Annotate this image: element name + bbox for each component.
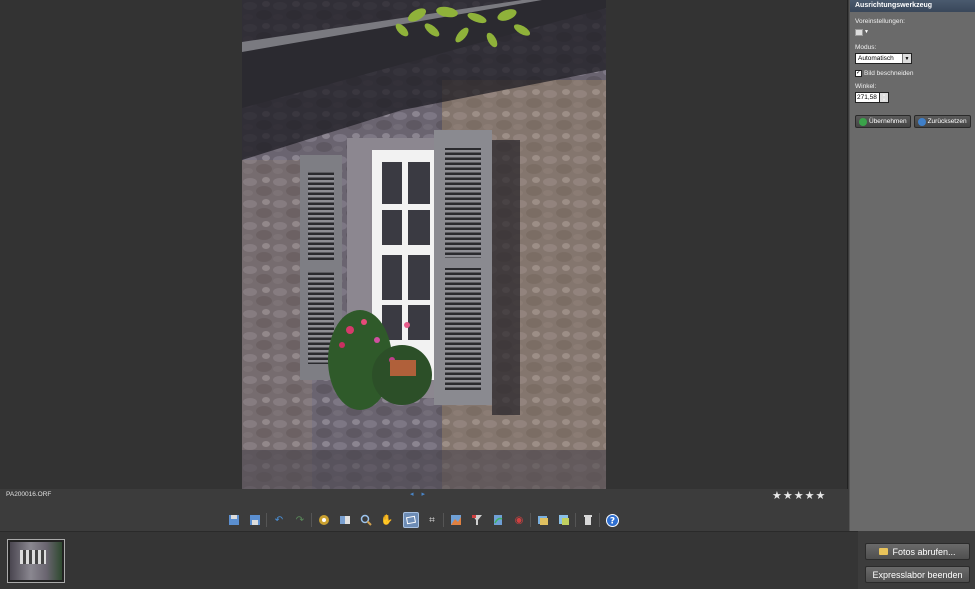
decrement-icon[interactable]: ▼: [880, 97, 888, 102]
zoom-icon[interactable]: [358, 512, 374, 528]
thumbnail-selected[interactable]: [7, 539, 65, 583]
angle-stepper-arrows[interactable]: ▲ ▼: [880, 92, 889, 103]
folder-icon: [879, 548, 889, 555]
compare-icon[interactable]: [337, 512, 353, 528]
save-icon[interactable]: [226, 512, 242, 528]
share-icon[interactable]: [556, 512, 572, 528]
crop-label: Bild beschneiden: [864, 70, 914, 77]
help-icon[interactable]: ?: [604, 512, 620, 528]
trash-icon[interactable]: [580, 512, 596, 528]
angle-input[interactable]: 271,58: [855, 92, 880, 103]
hand-icon[interactable]: ✋: [379, 512, 395, 528]
auto-fix-icon[interactable]: [316, 512, 332, 528]
levels-icon[interactable]: [448, 512, 464, 528]
chevron-down-icon: ▼: [864, 29, 869, 35]
straighten-icon[interactable]: [403, 512, 419, 528]
preset-icon: [855, 28, 863, 36]
svg-text:?: ?: [609, 516, 614, 526]
reset-icon: [917, 117, 926, 126]
undo-icon[interactable]: ↶: [271, 512, 287, 528]
redo-icon[interactable]: ↷: [292, 512, 308, 528]
exit-button[interactable]: Expresslabor beenden: [865, 566, 970, 583]
get-photos-label: Fotos abrufen...: [892, 546, 956, 557]
straighten-tool-panel: Ausrichtungswerkzeug Voreinstellungen: ▼…: [849, 0, 975, 531]
angle-stepper[interactable]: 271,58 ▲ ▼: [855, 92, 970, 103]
apply-button[interactable]: Übernehmen: [855, 115, 911, 128]
mode-select-value: Automatisch: [858, 55, 894, 62]
presets-label: Voreinstellungen:: [855, 18, 905, 25]
exit-label: Expresslabor beenden: [872, 569, 963, 580]
presets-button[interactable]: ▼: [855, 27, 873, 37]
angle-label: Winkel:: [855, 83, 877, 90]
action-area: Fotos abrufen... Expresslabor beenden: [858, 531, 975, 589]
image-nav-arrows[interactable]: ◂▸: [410, 490, 433, 498]
rating-stars[interactable]: ★★★★★: [772, 489, 826, 502]
status-bar: PA200016.ORF ◂▸ ★★★★★: [0, 489, 848, 502]
apply-button-label: Übernehmen: [869, 118, 907, 125]
rotate-icon[interactable]: [490, 512, 506, 528]
save-as-icon[interactable]: [247, 512, 263, 528]
panel-title: Ausrichtungswerkzeug: [850, 0, 975, 12]
reset-button[interactable]: Zurücksetzen: [913, 115, 971, 128]
red-eye-icon[interactable]: ◉: [511, 512, 527, 528]
get-photos-button[interactable]: Fotos abrufen...: [865, 543, 970, 560]
photo-viewer[interactable]: [0, 0, 848, 489]
reset-button-label: Zurücksetzen: [927, 118, 967, 125]
crop-icon[interactable]: ⌗: [424, 512, 440, 528]
app-window: Ausrichtungswerkzeug Voreinstellungen: ▼…: [0, 0, 975, 589]
photo-image[interactable]: [242, 0, 606, 489]
crop-option[interactable]: ✓ Bild beschneiden: [855, 70, 970, 77]
crop-checkbox[interactable]: ✓: [855, 70, 862, 77]
filter-icon[interactable]: [469, 512, 485, 528]
export-icon[interactable]: [535, 512, 551, 528]
mode-label: Modus:: [855, 44, 877, 51]
edit-toolbar: ↶ ↷ ✋ ⌗ ◉ ?: [0, 509, 848, 531]
checkmark-icon: [859, 117, 867, 126]
mode-select[interactable]: Automatisch ▼: [855, 53, 912, 64]
filmstrip: [0, 531, 858, 589]
filename-label: PA200016.ORF: [6, 491, 52, 498]
chevron-down-icon[interactable]: ▼: [902, 54, 911, 63]
